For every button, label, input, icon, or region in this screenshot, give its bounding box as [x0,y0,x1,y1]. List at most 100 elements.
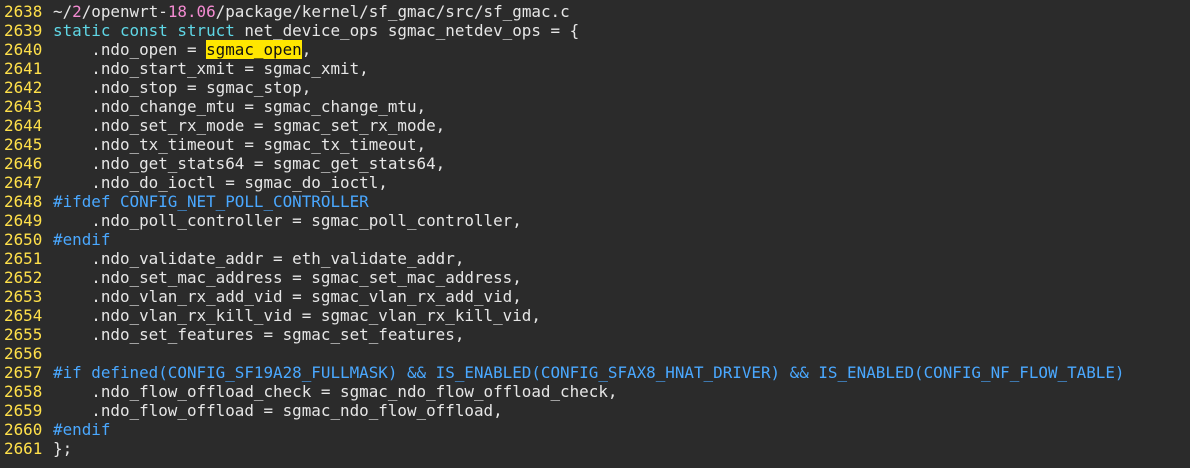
code-line[interactable]: 2647 .ndo_do_ioctl = sgmac_do_ioctl, [0,173,1190,192]
code-token: }; [53,439,73,458]
line-number: 2649 [4,211,43,230]
code-text: .ndo_poll_controller = sgmac_poll_contro… [49,211,522,230]
code-token: .ndo_do_ioctl = sgmac_do_ioctl, [53,173,388,192]
code-editor[interactable]: 2638 ~/2/openwrt-18.06/package/kernel/sf_… [0,0,1190,462]
line-number: 2644 [4,116,43,135]
code-line[interactable]: 2655 .ndo_set_features = sgmac_set_featu… [0,325,1190,344]
code-token: /package/kernel/sf_gmac/src/sf_gmac.c [215,2,570,21]
code-token: 18.06 [167,2,216,21]
code-text: .ndo_set_rx_mode = sgmac_set_rx_mode, [49,116,445,135]
code-text: .ndo_vlan_rx_kill_vid = sgmac_vlan_rx_ki… [49,306,541,325]
code-line[interactable]: 2644 .ndo_set_rx_mode = sgmac_set_rx_mod… [0,116,1190,135]
line-number: 2652 [4,268,43,287]
code-token: .ndo_vlan_rx_kill_vid = sgmac_vlan_rx_ki… [53,306,541,325]
code-token: .ndo_change_mtu = sgmac_change_mtu, [53,97,427,116]
line-number: 2642 [4,78,43,97]
code-text: .ndo_open = sgmac_open, [49,40,311,59]
line-number: 2647 [4,173,43,192]
line-number: 2655 [4,325,43,344]
code-token: .ndo_flow_offload = sgmac_ndo_flow_offlo… [53,401,503,420]
code-line[interactable]: 2645 .ndo_tx_timeout = sgmac_tx_timeout, [0,135,1190,154]
code-text: #endif [49,230,110,249]
line-number: 2640 [4,40,43,59]
line-number: 2650 [4,230,43,249]
code-line[interactable]: 2641 .ndo_start_xmit = sgmac_xmit, [0,59,1190,78]
code-token: static const struct [53,21,235,40]
line-number: 2661 [4,439,43,458]
code-line[interactable]: 2648 #ifdef CONFIG_NET_POLL_CONTROLLER [0,192,1190,211]
code-token: .ndo_get_stats64 = sgmac_get_stats64, [53,154,446,173]
code-token: ~/ [53,2,73,21]
code-token: net_device_ops sgmac_netdev_ops = { [234,21,580,40]
line-number: 2641 [4,59,43,78]
code-token: .ndo_set_features = sgmac_set_features, [53,325,465,344]
code-line[interactable]: 2638 ~/2/openwrt-18.06/package/kernel/sf_… [0,2,1190,21]
code-line[interactable]: 2643 .ndo_change_mtu = sgmac_change_mtu, [0,97,1190,116]
code-token: .ndo_open = [53,40,207,59]
code-text: .ndo_tx_timeout = sgmac_tx_timeout, [49,135,426,154]
code-line[interactable]: 2639 static const struct net_device_ops s… [0,21,1190,40]
code-text: static const struct net_device_ops sgmac… [49,21,579,40]
code-text: .ndo_vlan_rx_add_vid = sgmac_vlan_rx_add… [49,287,522,306]
code-text: .ndo_get_stats64 = sgmac_get_stats64, [49,154,445,173]
code-text: .ndo_stop = sgmac_stop, [49,78,311,97]
code-text: .ndo_do_ioctl = sgmac_do_ioctl, [49,173,388,192]
code-token: .ndo_flow_offload_check = sgmac_ndo_flow… [53,382,618,401]
code-token: #endif [53,230,111,249]
code-text: .ndo_set_features = sgmac_set_features, [49,325,464,344]
code-line[interactable]: 2658 .ndo_flow_offload_check = sgmac_ndo… [0,382,1190,401]
code-token: .ndo_validate_addr = eth_validate_addr, [53,249,465,268]
code-line[interactable]: 2646 .ndo_get_stats64 = sgmac_get_stats6… [0,154,1190,173]
code-text: .ndo_start_xmit = sgmac_xmit, [49,59,369,78]
line-number: 2646 [4,154,43,173]
code-line[interactable]: 2660 #endif [0,420,1190,439]
code-token: #ifdef CONFIG_NET_POLL_CONTROLLER [53,192,369,211]
line-number: 2648 [4,192,43,211]
line-number: 2639 [4,21,43,40]
code-text: .ndo_validate_addr = eth_validate_addr, [49,249,464,268]
code-text: .ndo_flow_offload_check = sgmac_ndo_flow… [49,382,617,401]
code-line[interactable]: 2659 .ndo_flow_offload = sgmac_ndo_flow_… [0,401,1190,420]
line-number: 2645 [4,135,43,154]
line-number: 2658 [4,382,43,401]
code-line[interactable]: 2654 .ndo_vlan_rx_kill_vid = sgmac_vlan_… [0,306,1190,325]
code-token: .ndo_stop = sgmac_stop, [53,78,312,97]
line-number: 2660 [4,420,43,439]
code-text: #ifdef CONFIG_NET_POLL_CONTROLLER [49,192,369,211]
code-token: #endif [53,420,111,439]
code-text: .ndo_change_mtu = sgmac_change_mtu, [49,97,426,116]
code-token: /openwrt- [81,2,168,21]
line-number: 2657 [4,363,43,382]
line-number: 2653 [4,287,43,306]
code-line[interactable]: 2651 .ndo_validate_addr = eth_validate_a… [0,249,1190,268]
code-line[interactable]: 2640 .ndo_open = sgmac_open, [0,40,1190,59]
search-match: sgmac_open [206,40,302,59]
code-text: }; [49,439,72,458]
code-text: #endif [49,420,110,439]
line-number: 2659 [4,401,43,420]
code-token: .ndo_set_rx_mode = sgmac_set_rx_mode, [53,116,446,135]
code-token: .ndo_vlan_rx_add_vid = sgmac_vlan_rx_add… [53,287,522,306]
code-line[interactable]: 2661}; [0,439,1190,458]
code-text: .ndo_flow_offload = sgmac_ndo_flow_offlo… [49,401,503,420]
line-number: 2656 [4,344,43,363]
code-line[interactable]: 2657 #if defined(CONFIG_SF19A28_FULLMASK)… [0,363,1190,382]
code-line[interactable]: 2642 .ndo_stop = sgmac_stop, [0,78,1190,97]
code-token: 2 [72,2,82,21]
code-token: .ndo_start_xmit = sgmac_xmit, [53,59,369,78]
code-token: #if defined(CONFIG_SF19A28_FULLMASK) && … [53,363,1125,382]
code-line[interactable]: 2653 .ndo_vlan_rx_add_vid = sgmac_vlan_r… [0,287,1190,306]
code-line[interactable]: 2649 .ndo_poll_controller = sgmac_poll_c… [0,211,1190,230]
line-number: 2638 [4,2,43,21]
code-text: .ndo_set_mac_address = sgmac_set_mac_add… [49,268,522,287]
code-token: .ndo_tx_timeout = sgmac_tx_timeout, [53,135,427,154]
code-line[interactable]: 2656 [0,344,1190,363]
code-line-partial [0,458,1190,468]
code-line[interactable]: 2652 .ndo_set_mac_address = sgmac_set_ma… [0,268,1190,287]
code-token: .ndo_set_mac_address = sgmac_set_mac_add… [53,268,522,287]
code-text: #if defined(CONFIG_SF19A28_FULLMASK) && … [49,363,1125,382]
code-text: ~/2/openwrt-18.06/package/kernel/sf_gmac… [49,2,570,21]
code-token: .ndo_poll_controller = sgmac_poll_contro… [53,211,522,230]
code-line[interactable]: 2650 #endif [0,230,1190,249]
